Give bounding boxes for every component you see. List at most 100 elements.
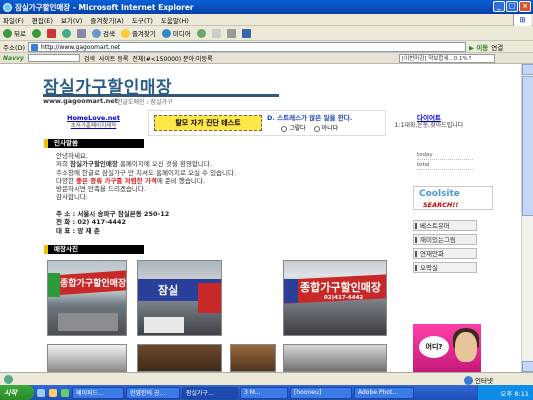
scroll-down-button[interactable] (522, 361, 533, 372)
answer-no-radio[interactable]: 아니다 (313, 123, 338, 132)
store-phone: 전 화 : 02) 417-4442 (56, 218, 126, 227)
menu-file[interactable]: 파일(F) (3, 15, 24, 25)
naver-ticker[interactable]: [이번마감] 약보합세...0.1%↑ (399, 54, 495, 63)
windows-logo-icon: ⊞ (513, 14, 531, 26)
greeting-text-part: 에 준비 했습니다. (156, 176, 205, 185)
greeting-line: 다양한 좋은 종류 가구를 저렴한 가격에 준비 했습니다. (56, 177, 376, 185)
greeting-text-part: 저희 (56, 160, 71, 169)
minimize-button[interactable]: _ (493, 1, 505, 12)
greeting-highlight: 잠실가구할인매장 (70, 160, 118, 169)
coolsite-logo: Coolsite (419, 189, 460, 199)
menu-view[interactable]: 보기(V) (61, 15, 82, 25)
home-button[interactable] (76, 28, 86, 38)
taskbar-item[interactable]: 잠실가구... (182, 386, 238, 399)
coolsite-banner[interactable]: Coolsite SEARCH!! (413, 186, 493, 210)
taskbar-item[interactable]: Adobe Phot... (354, 386, 414, 399)
menu-edit[interactable]: 편집(E) (32, 15, 53, 25)
naver-register-button[interactable]: 사이트 등록 (99, 54, 129, 63)
answer-yes-radio[interactable]: 그렇다 (281, 123, 306, 132)
taskbar: 시작 페이퍼드... 한영한의 공... 잠실가구... 3 M... [hoo… (0, 385, 533, 400)
scroll-thumb[interactable] (522, 76, 533, 216)
store-photo[interactable] (137, 344, 222, 372)
taskbar-item[interactable]: 페이퍼드... (72, 386, 124, 399)
zone-label: 인터넷 (475, 377, 493, 385)
menu-fun-pictures[interactable]: 재미있는그림 (413, 234, 477, 245)
start-label: 시작 (4, 388, 17, 397)
mail-button[interactable] (211, 28, 221, 38)
store-sign (48, 273, 60, 297)
media-icon (161, 28, 171, 38)
hairloss-question: D. 스트레스가 많은 일을 한다. (267, 114, 353, 122)
hairloss-test-button[interactable]: 탈모 자가 진단 테스트 (154, 115, 262, 131)
close-button[interactable]: × (519, 1, 531, 12)
parked-car (144, 317, 184, 333)
homelove-link[interactable]: HomeLove.net 초저가홈페이지제작 (67, 114, 120, 130)
store-photo[interactable]: 종합가구할인매장 02)417-4442 (283, 260, 387, 336)
quicklaunch-desktop-icon[interactable] (49, 388, 57, 397)
answer-yes-label: 그렇다 (289, 125, 306, 132)
security-zone: 인터넷 (464, 375, 493, 385)
radio-icon (313, 125, 320, 132)
store-window (58, 313, 118, 331)
status-bar: 인터넷 (0, 372, 533, 385)
links-label[interactable]: 연결 (491, 42, 503, 52)
menu-best-humor[interactable]: 베스트유머 (413, 220, 477, 231)
naver-count: 전체(#<150000) 분야:미등록 (132, 55, 213, 63)
print-button[interactable] (226, 28, 236, 38)
edit-button[interactable] (241, 28, 251, 38)
greeting-text: 안녕하세요. 저희 잠실가구할인매장 홈페이지에 오신 것을 환영합니다. 주소… (56, 152, 376, 202)
favorites-label: 즐겨찾기 (131, 30, 156, 38)
naver-logo[interactable]: Navvy (3, 55, 24, 62)
hairloss-banner[interactable]: 탈모 자가 진단 테스트 D. 스트레스가 많은 일을 한다. 그렇다 아니다 (148, 110, 386, 136)
quicklaunch-ie-icon[interactable] (37, 388, 45, 397)
menu-arcade[interactable]: 오락실 (413, 262, 477, 273)
star-icon (120, 28, 130, 38)
menu-help[interactable]: 도움말(H) (161, 15, 189, 25)
window-titlebar: 잠실가구할인매장 - Microsoft Internet Explorer _… (0, 0, 533, 14)
visitor-today: today (417, 152, 473, 160)
stop-button[interactable] (46, 28, 56, 38)
store-photo[interactable] (47, 344, 127, 372)
naver-search-input[interactable] (27, 54, 80, 62)
store-photo[interactable]: 잠실 (137, 260, 222, 336)
store-photo[interactable]: 종합가구할인매장 (47, 260, 127, 336)
search-button[interactable]: 검색 (91, 28, 115, 38)
site-url: www.gagoomart.net (43, 97, 118, 105)
store-sign-text: 종합가구할인매장 (60, 279, 127, 289)
breadcrumb: 한글도메인 : 잠실가구 (117, 99, 173, 106)
media-label: 미디어 (172, 30, 191, 38)
go-label: 이동 (476, 43, 489, 52)
menu-favorites[interactable]: 즐겨찾기(A) (90, 15, 123, 25)
media-button[interactable]: 미디어 (161, 28, 191, 38)
naver-search-button[interactable]: 검색 (84, 54, 95, 63)
quicklaunch-app-icon[interactable] (61, 388, 69, 397)
store-photo[interactable] (283, 344, 387, 372)
photos-header: 매장사진 (44, 245, 144, 254)
greeting-highlight: 좋은 종류 가구를 저렴한 가격 (76, 176, 157, 185)
taskbar-item[interactable]: [hooneu] (290, 386, 352, 399)
scroll-up-button[interactable] (522, 64, 533, 75)
refresh-button[interactable] (61, 28, 71, 38)
back-button[interactable]: 뒤로 (3, 28, 26, 38)
store-photo[interactable] (230, 344, 276, 372)
store-sign-text: 잠실 (158, 284, 179, 297)
clock[interactable]: 오후 8:11 (500, 388, 529, 398)
taskbar-item[interactable]: 3 M... (240, 386, 288, 399)
back-label: 뒤로 (14, 30, 26, 38)
taskbar-item[interactable]: 한영한의 공... (126, 386, 180, 399)
menu-comics[interactable]: 연재만화 (413, 248, 477, 259)
back-arrow-icon (3, 28, 12, 38)
greeting-line: 저희 잠실가구할인매장 홈페이지에 오신 것을 환영합니다. (56, 160, 376, 168)
homelove-subtitle: 초저가홈페이지제작 (70, 123, 117, 129)
go-button[interactable]: ▶ 이동 (469, 42, 488, 52)
start-button[interactable]: 시작 (0, 385, 34, 400)
diet-link[interactable]: 다이어트 1:1대화,운동,찾아드립니다 (389, 114, 469, 130)
menu-tools[interactable]: 도구(T) (132, 15, 153, 25)
history-button[interactable] (196, 28, 206, 38)
favorites-button[interactable]: 즐겨찾기 (120, 28, 156, 38)
maximize-button[interactable]: □ (506, 1, 518, 12)
forward-button[interactable] (31, 28, 41, 38)
ad-banner[interactable]: 어디? (413, 324, 481, 372)
vertical-scrollbar[interactable] (521, 64, 533, 372)
address-input[interactable]: http://www.gagoomart.net (28, 41, 467, 52)
